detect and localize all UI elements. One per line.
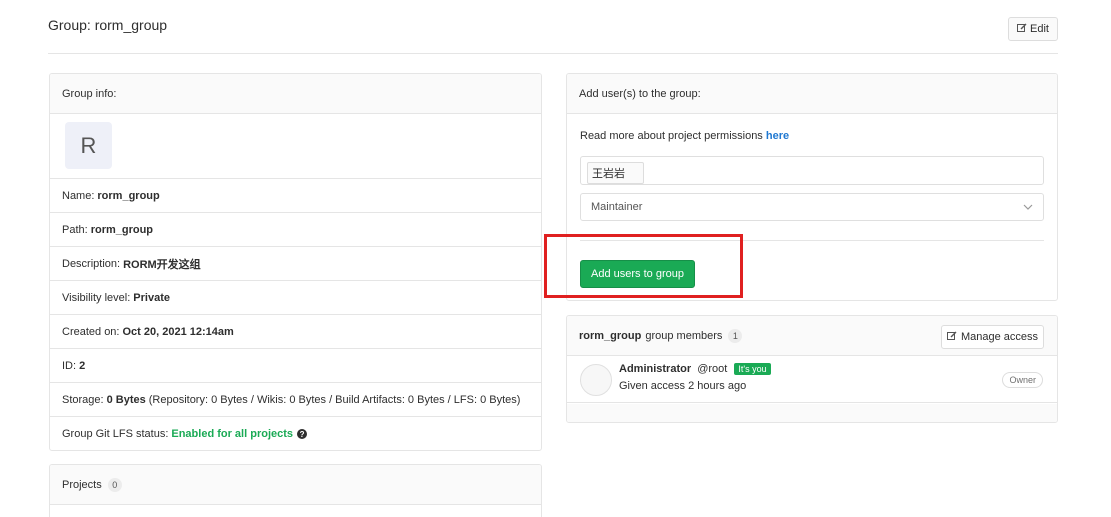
- projects-header: Projects 0: [50, 465, 541, 505]
- edit-icon: [1017, 23, 1027, 36]
- member-name[interactable]: Administrator: [619, 363, 691, 375]
- page-title: Group: rorm_group: [48, 17, 168, 33]
- question-circle-icon[interactable]: ?: [297, 429, 308, 439]
- group-info-panel: Group info: R Name: rorm_group Path: ror…: [49, 73, 542, 451]
- info-row-visibility: Visibility level: Private: [50, 281, 541, 315]
- info-label: Created on:: [62, 325, 120, 338]
- info-row-created: Created on: Oct 20, 2021 12:14am: [50, 315, 541, 349]
- role-select[interactable]: Maintainer: [580, 193, 1044, 221]
- its-you-badge: It's you: [734, 363, 771, 375]
- manage-access-button[interactable]: Manage access: [941, 325, 1044, 349]
- info-value: 2: [79, 359, 86, 372]
- members-count-badge: 1: [728, 328, 743, 343]
- selected-user-token[interactable]: 王岩岩: [587, 162, 644, 184]
- info-value: 0 Bytes: [106, 393, 146, 406]
- chevron-down-icon: [1023, 202, 1033, 213]
- member-role-badge: Owner: [1002, 372, 1043, 388]
- member-row: Administrator @root It's you Given acces…: [567, 357, 1057, 403]
- info-label: Name:: [62, 189, 95, 202]
- role-select-value: Maintainer: [591, 201, 643, 213]
- info-label: ID:: [62, 359, 77, 372]
- members-footer: [567, 404, 1057, 422]
- info-value: rorm_group: [90, 223, 154, 236]
- info-row-name: Name: rorm_group: [50, 179, 541, 213]
- title-divider: [48, 53, 1058, 54]
- permissions-help-text: Read more about project permissions here: [580, 130, 789, 142]
- permissions-link[interactable]: here: [766, 130, 789, 142]
- info-value: RORM开发这组: [123, 258, 201, 271]
- members-header-suffix: group members: [645, 329, 723, 342]
- info-row-path: Path: rorm_group: [50, 213, 541, 247]
- projects-count-badge: 0: [107, 477, 122, 492]
- edit-button[interactable]: Edit: [1008, 17, 1058, 41]
- member-name-line: Administrator @root It's you: [619, 363, 771, 375]
- member-handle: @root: [697, 363, 728, 375]
- avatar-row: R: [50, 114, 541, 179]
- edit-button-label: Edit: [1030, 23, 1049, 35]
- info-row-id: ID: 2: [50, 349, 541, 383]
- info-value: Private: [133, 291, 170, 304]
- member-access-time: Given access 2 hours ago: [619, 380, 747, 392]
- info-value: Oct 20, 2021 12:14am: [122, 325, 234, 338]
- permissions-text: Read more about project permissions: [580, 130, 763, 142]
- info-row-description: Description: RORM开发这组: [50, 247, 541, 281]
- info-label: Storage:: [62, 393, 104, 406]
- member-avatar[interactable]: [580, 364, 612, 396]
- info-row-storage: Storage: 0 Bytes (Repository: 0 Bytes / …: [50, 383, 541, 417]
- group-members-panel: rorm_group group members 1 Manage access…: [566, 315, 1058, 423]
- user-search-input[interactable]: 王岩岩: [580, 156, 1044, 185]
- storage-detail: (Repository: 0 Bytes / Wikis: 0 Bytes / …: [148, 393, 521, 406]
- manage-access-label: Manage access: [960, 331, 1039, 343]
- info-value: rorm_group: [97, 189, 160, 202]
- info-label: Path:: [62, 223, 88, 236]
- highlight-annotation: [544, 234, 743, 298]
- projects-title: Projects: [62, 478, 102, 491]
- info-label: Group Git LFS status:: [62, 428, 169, 440]
- edit-icon: [946, 331, 957, 344]
- lfs-status: Enabled for all projects: [171, 428, 294, 440]
- group-info-header: Group info:: [50, 74, 541, 114]
- group-avatar: R: [65, 122, 112, 169]
- info-label: Visibility level:: [62, 291, 131, 304]
- add-users-header: Add user(s) to the group:: [567, 74, 1057, 114]
- info-row-lfs: Group Git LFS status: Enabled for all pr…: [50, 417, 541, 450]
- members-group-name: rorm_group: [579, 329, 642, 342]
- info-label: Description:: [62, 257, 121, 270]
- projects-panel: Projects 0: [49, 464, 542, 517]
